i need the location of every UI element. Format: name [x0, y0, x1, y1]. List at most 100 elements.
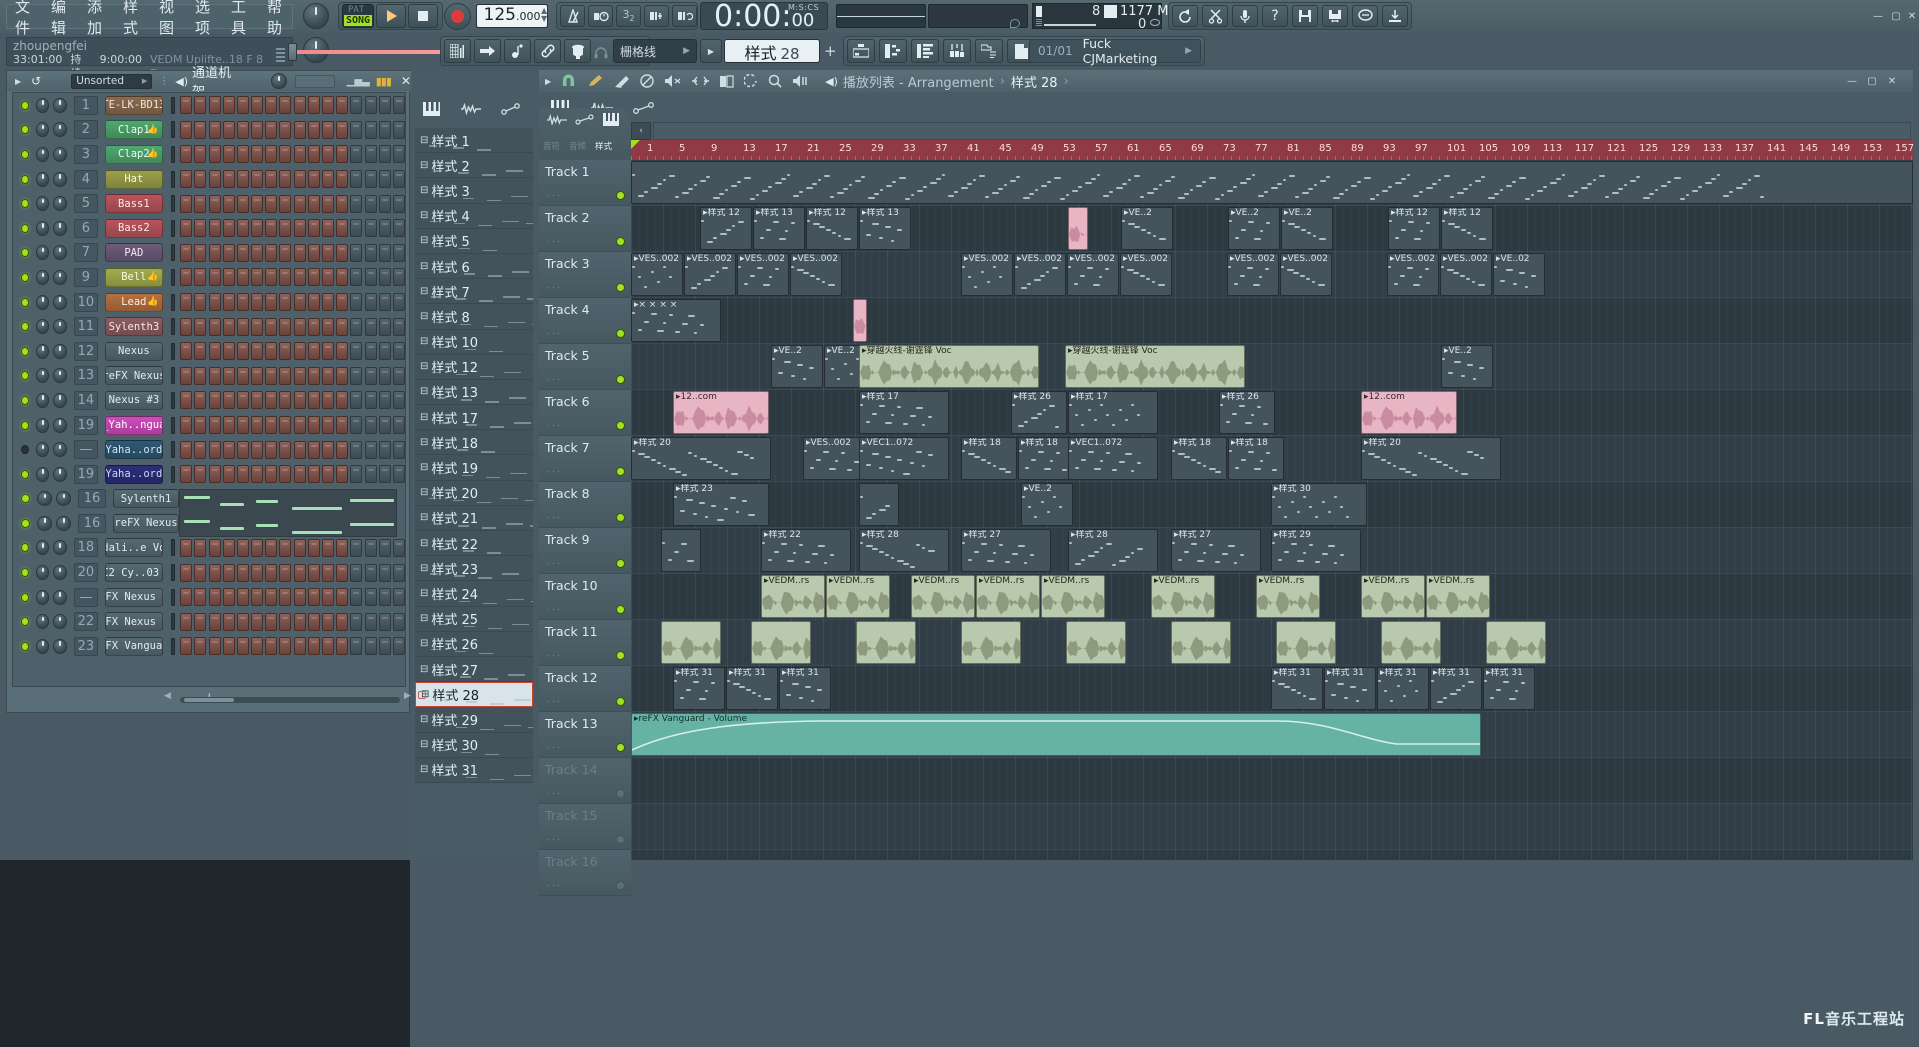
channel-volume-knob[interactable] — [53, 196, 67, 212]
step-button[interactable] — [222, 465, 235, 484]
step-button[interactable] — [236, 120, 249, 139]
channel-name-button[interactable]: TE-LK-BD13 — [105, 95, 163, 115]
playlist-clip[interactable]: ▸样式 12 — [700, 207, 752, 250]
step-button[interactable] — [222, 588, 235, 607]
master-pitch-knob[interactable] — [303, 3, 329, 29]
channel-row[interactable]: —Dj_Yaha..ord[2] — [13, 437, 405, 462]
mixer-icon[interactable] — [564, 39, 591, 63]
playlist-clip[interactable]: ▸VEDM..rs — [911, 575, 975, 618]
track-header[interactable]: Track 15... — [539, 804, 631, 850]
step-button[interactable] — [222, 391, 235, 410]
channel-name-button[interactable]: VEC2 Cy..03 #2 — [105, 563, 163, 583]
arrow-right-icon[interactable] — [474, 39, 501, 63]
step-button[interactable] — [222, 637, 235, 656]
playlist-clip[interactable]: ▸样式 29 — [1271, 529, 1361, 572]
playlist-clip[interactable]: ▸样式 30 — [1271, 483, 1367, 526]
channel-volume-knob[interactable] — [53, 466, 67, 482]
channel-mute-led[interactable] — [21, 322, 30, 332]
track-options-dots[interactable]: ... — [547, 603, 562, 613]
step-button[interactable] — [194, 243, 207, 262]
track-mute-led[interactable] — [616, 329, 625, 338]
step-button[interactable] — [307, 366, 320, 385]
step-button[interactable] — [364, 120, 377, 139]
step-button[interactable] — [236, 268, 249, 287]
step-button[interactable] — [378, 563, 391, 582]
close-icon[interactable]: ✕ — [401, 74, 411, 88]
playlist-titlebar[interactable]: ▶ ◀) 播放列表 - Arrangement › 样式 28 › — ▢ ✕ — [539, 70, 1913, 92]
channel-mixer-number[interactable]: 13 — [73, 366, 99, 386]
channel-mixer-number[interactable]: 9 — [73, 267, 99, 287]
step-button[interactable] — [322, 96, 335, 115]
download-icon[interactable] — [1382, 5, 1408, 27]
step-button[interactable] — [293, 612, 306, 631]
pattern-list-item[interactable]: ⊟ 样式 18 — [415, 430, 533, 456]
track-header[interactable]: Track 10... — [539, 574, 631, 620]
channel-pan-knob[interactable] — [36, 269, 50, 285]
step-button[interactable] — [236, 391, 249, 410]
step-button[interactable] — [322, 317, 335, 336]
step-button[interactable] — [322, 194, 335, 213]
step-button[interactable] — [364, 538, 377, 557]
playlist-maximize-button[interactable]: ▢ — [1864, 74, 1880, 88]
channel-pan-knob[interactable] — [36, 442, 50, 458]
step-button[interactable] — [364, 563, 377, 582]
step-button[interactable] — [265, 120, 278, 139]
pl-expand-icon[interactable]: ▶ — [545, 77, 551, 86]
step-button[interactable] — [322, 563, 335, 582]
step-button[interactable] — [336, 293, 349, 312]
channel-mute-led[interactable] — [21, 174, 30, 184]
step-button[interactable] — [208, 243, 221, 262]
step-button[interactable] — [265, 366, 278, 385]
pattern-list-item[interactable]: ⊟ 样式 12 — [415, 354, 533, 380]
step-button[interactable] — [222, 366, 235, 385]
channel-name-button[interactable]: PAD — [105, 243, 163, 263]
channel-row[interactable]: 5 Bass1 — [13, 191, 405, 216]
step-button[interactable] — [350, 440, 363, 459]
step-button[interactable] — [251, 465, 264, 484]
pattern-list-item[interactable]: ⊟ 样式 27 — [415, 656, 533, 683]
channel-mute-led[interactable] — [21, 395, 30, 405]
track-options-dots[interactable]: ... — [547, 465, 562, 475]
step-button[interactable] — [208, 538, 221, 557]
channel-name-button[interactable]: Vandali..e Vol 1 — [105, 538, 163, 558]
playlist-clip[interactable]: ▸样式 26 — [1011, 391, 1067, 434]
pattern-list-item[interactable]: ⊟ 样式 17 — [415, 405, 533, 431]
channel-mute-led[interactable] — [21, 346, 30, 356]
track-tab-audio-icon[interactable] — [547, 114, 567, 125]
step-button[interactable] — [279, 96, 292, 115]
channel-mixer-number[interactable]: — — [73, 440, 99, 460]
step-button[interactable] — [236, 170, 249, 189]
playlist-clip[interactable]: ▸样式 22 — [761, 529, 851, 572]
channel-pan-knob[interactable] — [36, 97, 50, 113]
step-button[interactable] — [392, 612, 405, 631]
pencil-icon[interactable] — [588, 74, 604, 88]
channel-mute-led[interactable] — [21, 568, 30, 578]
channel-pan-knob[interactable] — [37, 491, 52, 507]
playlist-clip[interactable]: ▸样式 12 — [806, 207, 858, 250]
channel-mixer-number[interactable]: 7 — [73, 243, 99, 263]
step-button[interactable] — [364, 194, 377, 213]
rack-step-color-icon[interactable]: ▮▮▮ — [376, 75, 392, 88]
step-button[interactable] — [336, 145, 349, 164]
mixer-window-icon[interactable] — [943, 39, 971, 63]
playlist-clip[interactable]: ▸VES..002 — [1440, 253, 1492, 296]
step-button[interactable] — [350, 170, 363, 189]
step-button[interactable] — [265, 391, 278, 410]
project-selector[interactable]: 01/01 Fuck CJMarketing ▶ — [1029, 36, 1201, 66]
step-button[interactable] — [364, 465, 377, 484]
maximize-button[interactable]: ▢ — [1888, 9, 1904, 23]
playlist-clip[interactable]: ▸样式 23 — [673, 483, 769, 526]
channel-mixer-number[interactable]: 18 — [73, 538, 99, 558]
step-button[interactable] — [350, 194, 363, 213]
channel-mixer-number[interactable]: 12 — [73, 341, 99, 361]
rack-horizontal-scrollbar[interactable] — [180, 697, 400, 703]
step-button[interactable] — [279, 342, 292, 361]
step-button[interactable] — [222, 145, 235, 164]
track-tab-label-audio[interactable]: 音频 — [569, 140, 586, 152]
channel-name-button[interactable]: Dj_Yaha..ord[1] — [105, 464, 163, 484]
step-sequencer-row[interactable] — [180, 96, 405, 115]
playlist-icon[interactable] — [444, 39, 471, 63]
step-button[interactable] — [194, 342, 207, 361]
channel-name-button[interactable]: Sylenth1 — [113, 489, 179, 509]
step-button[interactable] — [307, 342, 320, 361]
